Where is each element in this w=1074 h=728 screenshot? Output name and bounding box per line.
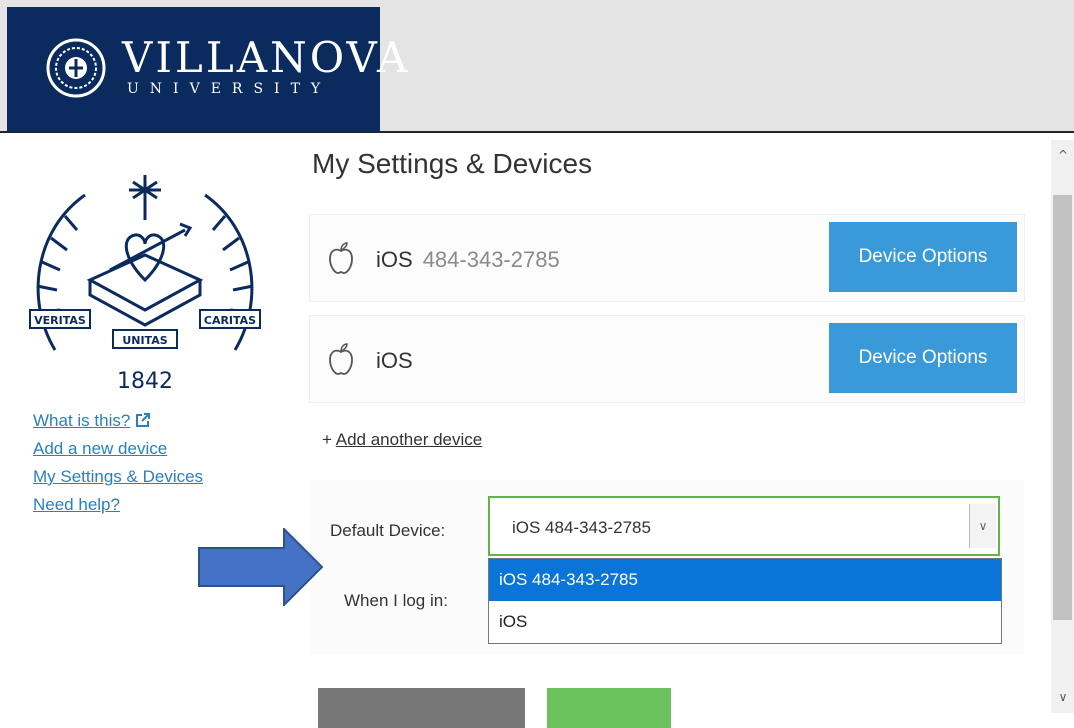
- scroll-up-icon[interactable]: ^: [1054, 148, 1072, 164]
- my-settings-devices-link[interactable]: My Settings & Devices: [33, 463, 203, 491]
- device-options-button[interactable]: Device Options: [829, 323, 1017, 393]
- default-device-label: Default Device:: [330, 521, 446, 540]
- villanova-seal-icon: [46, 38, 106, 98]
- scrollbar-thumb[interactable]: [1053, 195, 1072, 620]
- device-options-button[interactable]: Device Options: [829, 222, 1017, 292]
- logo-wordmark: VILLANOVA: [122, 33, 411, 82]
- university-seal: VERITAS CARITAS UNITAS 1842: [29, 175, 261, 394]
- device-card: iOS 484-343-2785 Device Options: [310, 215, 1024, 301]
- default-device-dropdown: iOS 484-343-2785 iOS: [488, 558, 1002, 644]
- when-i-log-in-label: When I log in:: [344, 591, 448, 610]
- what-is-this-label: What is this?: [33, 411, 131, 430]
- dropdown-option[interactable]: iOS 484-343-2785: [489, 559, 1001, 601]
- device-card: iOS Device Options: [310, 316, 1024, 402]
- chevron-down-icon[interactable]: ∨: [969, 504, 996, 548]
- add-another-device-link[interactable]: Add another device: [336, 430, 483, 449]
- apple-icon: [329, 242, 353, 274]
- seal-year: 1842: [117, 369, 173, 394]
- sidebar-links: What is this? Add a new device My Settin…: [33, 407, 203, 519]
- seal-motto-unitas: UNITAS: [122, 334, 167, 347]
- add-new-device-link[interactable]: Add a new device: [33, 435, 203, 463]
- external-link-icon: [136, 413, 151, 427]
- scroll-down-icon[interactable]: ∨: [1054, 690, 1072, 706]
- device-name: iOS: [376, 247, 413, 272]
- header-bar: VILLANOVA UNIVERSITY: [0, 0, 1074, 133]
- add-another-device: + Add another device: [322, 430, 482, 450]
- seal-motto-caritas: CARITAS: [204, 314, 256, 327]
- seal-motto-veritas: VERITAS: [34, 314, 86, 327]
- villanova-logo[interactable]: VILLANOVA UNIVERSITY: [7, 7, 407, 132]
- device-phone: 484-343-2785: [422, 247, 560, 272]
- apple-icon: [329, 343, 353, 375]
- what-is-this-link[interactable]: What is this?: [33, 407, 203, 435]
- add-prefix: +: [322, 430, 332, 449]
- dropdown-option[interactable]: iOS: [489, 601, 1001, 643]
- bottom-green-button[interactable]: [547, 688, 671, 728]
- annotation-arrow-icon: [198, 528, 324, 606]
- select-value: iOS 484-343-2785: [512, 518, 651, 537]
- device-name: iOS: [376, 348, 413, 373]
- page-title: My Settings & Devices: [312, 148, 593, 179]
- logo-subtitle: UNIVERSITY: [127, 81, 332, 97]
- bottom-gray-button[interactable]: [318, 688, 525, 728]
- need-help-link[interactable]: Need help?: [33, 491, 203, 519]
- default-device-select[interactable]: iOS 484-343-2785 ∨: [488, 496, 1000, 556]
